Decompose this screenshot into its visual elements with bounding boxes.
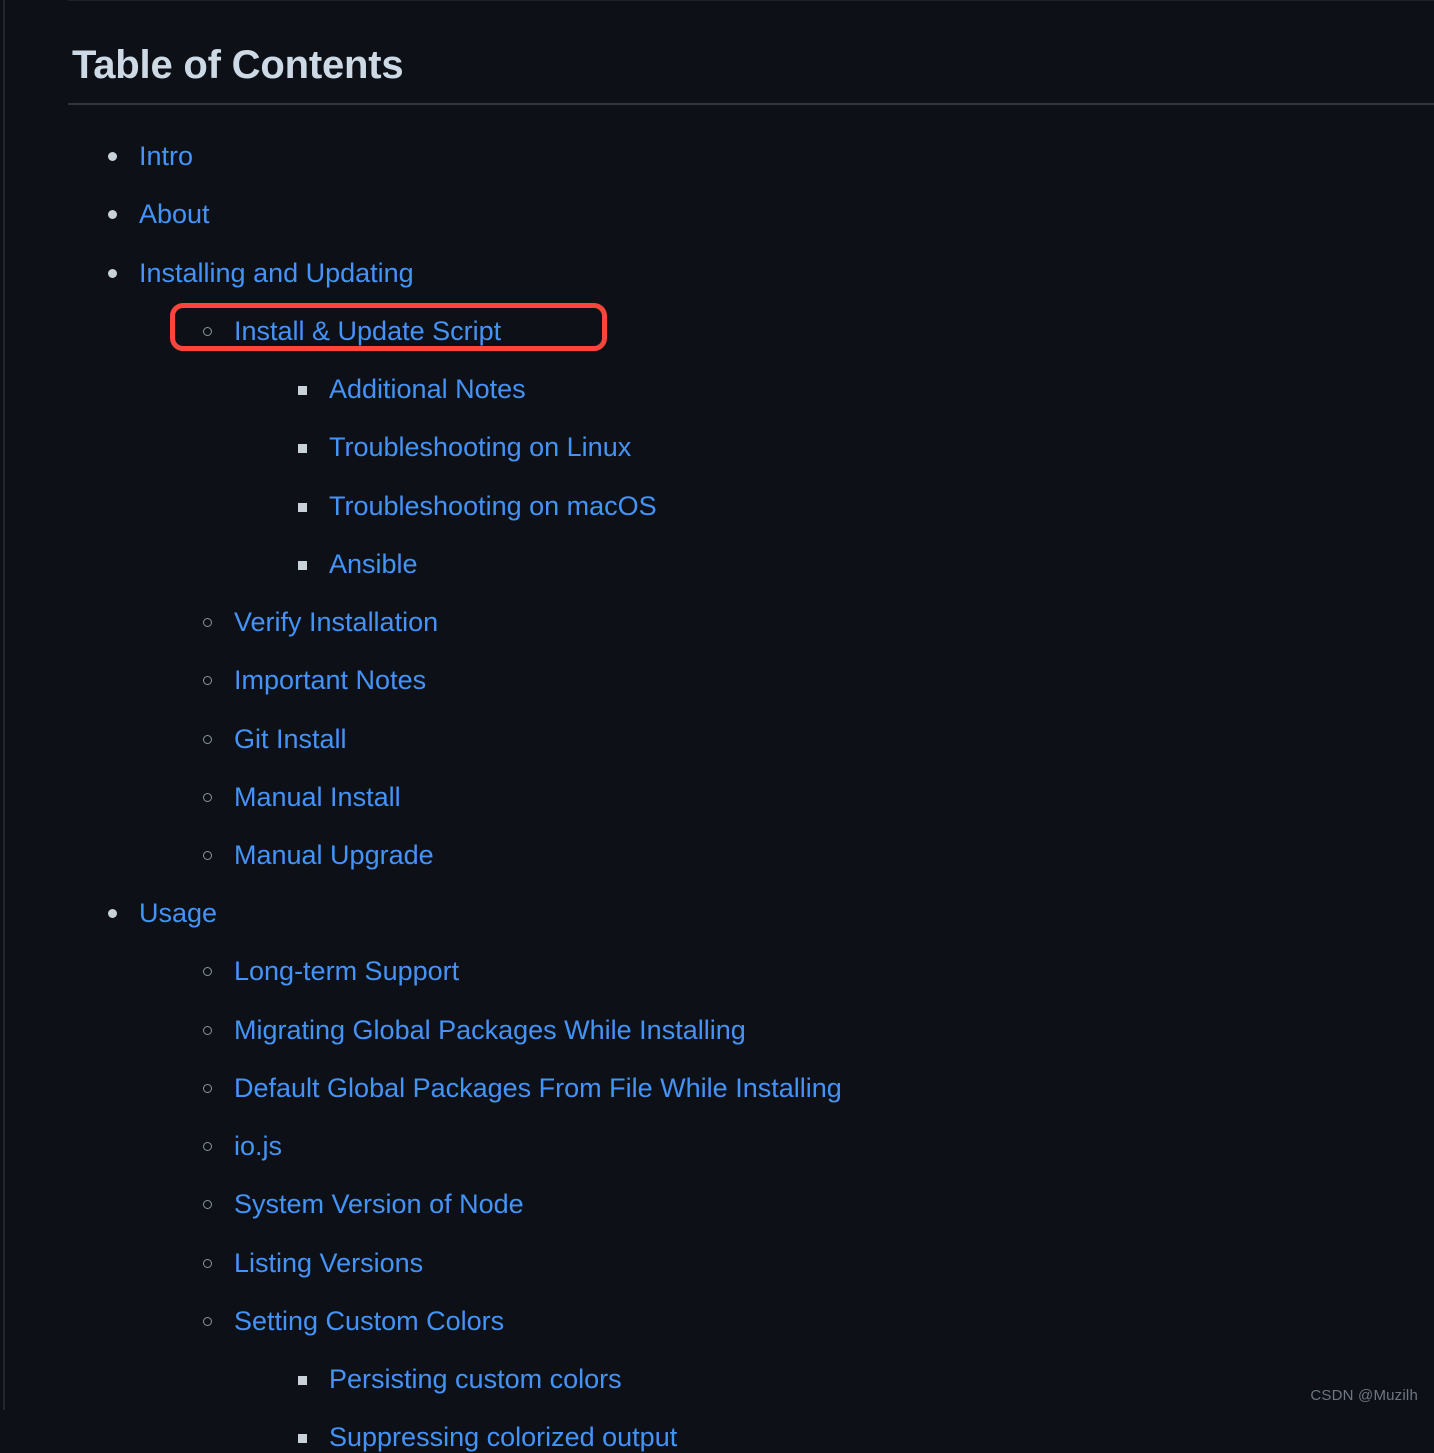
toc-item-install-update-script: Install & Update Script Additional Notes T… (170, 302, 1434, 579)
toc-link-about[interactable]: About (139, 199, 210, 229)
toc-link-manual-install[interactable]: Manual Install (234, 782, 401, 812)
toc-link-usage[interactable]: Usage (139, 898, 217, 928)
toc-item-verify-installation: Verify Installation (203, 607, 1434, 637)
bullet-circle-icon (203, 1142, 212, 1152)
toc-link-troubleshooting-on-macos[interactable]: Troubleshooting on macOS (329, 491, 657, 521)
toc-item-usage: Usage Long-term Support Migrating Global P… (108, 898, 1434, 1452)
bullet-disc-icon (108, 210, 117, 220)
toc-link-suppressing-colorized-output[interactable]: Suppressing colorized output (329, 1422, 677, 1452)
toc-item-manual-upgrade: Manual Upgrade (203, 840, 1434, 870)
bullet-square-icon (298, 386, 307, 396)
toc-link-important-notes[interactable]: Important Notes (234, 665, 426, 695)
heading-divider (68, 103, 1434, 106)
readme-content: Table of Contents Intro About Installing a… (68, 0, 1434, 1452)
toc-sublist-level-3: Additional Notes Troubleshooting on Linux… (234, 374, 1434, 579)
toc-link-listing-versions[interactable]: Listing Versions (234, 1248, 423, 1278)
toc-link-git-install[interactable]: Git Install (234, 724, 347, 754)
toc-link-verify-installation[interactable]: Verify Installation (234, 607, 438, 637)
toc-link-io-js[interactable]: io.js (234, 1131, 282, 1161)
toc-item-about: About (108, 199, 1434, 229)
toc-item-manual-install: Manual Install (203, 782, 1434, 812)
toc-link-additional-notes[interactable]: Additional Notes (329, 374, 526, 404)
bullet-circle-icon (203, 1200, 212, 1210)
bullet-circle-icon (203, 326, 212, 336)
toc-item-setting-custom-colors: Setting Custom Colors Persisting custom c… (203, 1306, 1434, 1453)
bullet-circle-icon (203, 1083, 212, 1093)
bullet-circle-icon (203, 676, 212, 686)
toc-sublist-level-2: Long-term Support Migrating Global Packag… (139, 956, 1434, 1452)
toc-link-persisting-custom-colors[interactable]: Persisting custom colors (329, 1364, 622, 1394)
toc-link-system-version-of-node[interactable]: System Version of Node (234, 1189, 524, 1219)
bullet-circle-icon (203, 967, 212, 977)
toc-sublist-level-2: Install & Update Script Additional Notes T… (139, 302, 1434, 870)
toc-item-git-install: Git Install (203, 724, 1434, 754)
toc-item-io-js: io.js (203, 1131, 1434, 1161)
bullet-disc-icon (108, 152, 117, 162)
toc-link-setting-custom-colors[interactable]: Setting Custom Colors (234, 1306, 504, 1336)
toc-link-intro[interactable]: Intro (139, 141, 193, 171)
bullet-square-icon (298, 1434, 307, 1444)
bullet-circle-icon (203, 1025, 212, 1035)
toc-item-intro: Intro (108, 141, 1434, 171)
toc-link-manual-upgrade[interactable]: Manual Upgrade (234, 840, 434, 870)
toc-item-troubleshooting-on-macos: Troubleshooting on macOS (298, 491, 1434, 521)
bullet-disc-icon (108, 909, 117, 919)
toc-item-additional-notes: Additional Notes (298, 374, 1434, 404)
bullet-circle-icon (203, 792, 212, 802)
toc-item-suppressing-colorized-output: Suppressing colorized output (298, 1422, 1434, 1452)
bullet-circle-icon (203, 851, 212, 860)
bullet-circle-icon (203, 734, 212, 744)
toc-item-long-term-support: Long-term Support (203, 956, 1434, 986)
toc-item-ansible: Ansible (298, 549, 1434, 579)
viewport-left-rule (3, 0, 5, 1410)
toc-item-installing-and-updating: Installing and Updating Install & Update … (108, 258, 1434, 871)
toc-link-default-global-packages-from-file-while-installing[interactable]: Default Global Packages From File While … (234, 1073, 842, 1103)
bullet-circle-icon (203, 618, 212, 628)
toc-item-persisting-custom-colors: Persisting custom colors (298, 1364, 1434, 1394)
toc-item-system-version-of-node: System Version of Node (203, 1189, 1434, 1219)
bullet-disc-icon (108, 268, 117, 278)
toc-link-migrating-global-packages-while-installing[interactable]: Migrating Global Packages While Installi… (234, 1015, 746, 1045)
toc-item-migrating-global-packages-while-installing: Migrating Global Packages While Installi… (203, 1015, 1434, 1045)
bullet-square-icon (298, 560, 307, 570)
toc-sublist-level-3: Persisting custom colors Suppressing colo… (234, 1364, 1434, 1452)
toc-item-listing-versions: Listing Versions (203, 1248, 1434, 1278)
toc-link-installing-and-updating[interactable]: Installing and Updating (139, 258, 414, 288)
toc-link-install-update-script[interactable]: Install & Update Script (234, 316, 501, 346)
bullet-square-icon (298, 1376, 307, 1386)
toc-item-troubleshooting-on-linux: Troubleshooting on Linux (298, 432, 1434, 462)
bullet-circle-icon (203, 1316, 212, 1326)
bullet-circle-icon (203, 1258, 212, 1268)
table-of-contents-list: Intro About Installing and Updating Install… (68, 141, 1434, 1452)
page-title: Table of Contents (72, 43, 404, 87)
toc-link-long-term-support[interactable]: Long-term Support (234, 956, 459, 986)
toc-link-troubleshooting-on-linux[interactable]: Troubleshooting on Linux (329, 432, 631, 462)
watermark: CSDN @Muzilh (1310, 1387, 1418, 1404)
bullet-square-icon (298, 502, 307, 512)
toc-link-ansible[interactable]: Ansible (329, 549, 418, 579)
toc-item-important-notes: Important Notes (203, 665, 1434, 695)
toc-item-default-global-packages-from-file-while-installing: Default Global Packages From File While … (203, 1073, 1434, 1103)
bullet-square-icon (298, 444, 307, 454)
